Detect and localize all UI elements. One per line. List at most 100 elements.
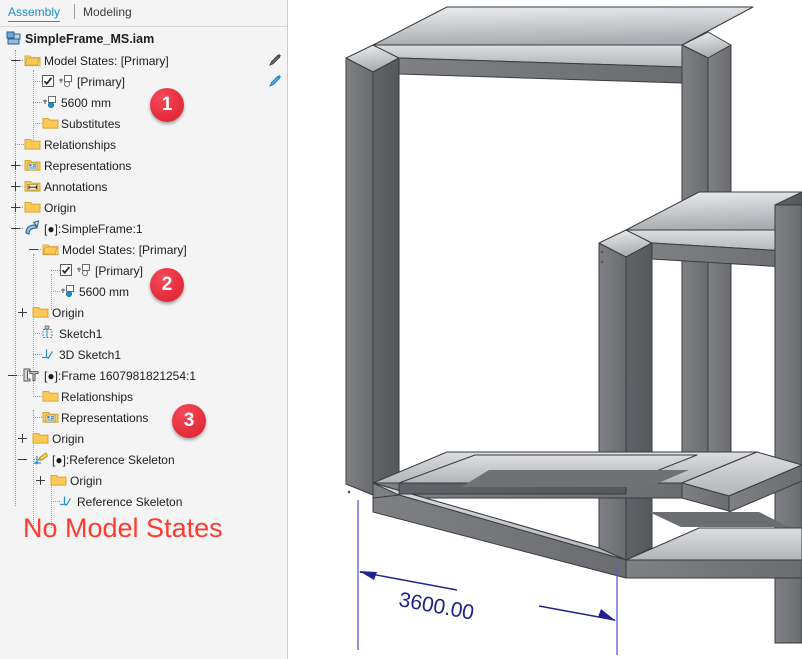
tree-node-model-state-primary-nested[interactable]: [Primary]	[0, 260, 287, 281]
folder-icon	[24, 137, 41, 151]
model-state-icon	[60, 284, 76, 298]
tree-node-model-state-primary[interactable]: [Primary]	[0, 71, 287, 92]
pencil-icon-blue[interactable]	[268, 74, 282, 88]
frame-assembly-geometry	[345, 6, 802, 655]
folder-icon	[32, 431, 49, 445]
tree-node-label: Representations	[61, 410, 149, 425]
callout-badge-2: 2	[150, 268, 184, 302]
tree-node-label: 5600 mm	[61, 95, 112, 110]
tree-node-label: Origin	[44, 200, 77, 215]
tree-guide-line	[33, 417, 42, 418]
application-window: Assembly Modeling SimpleFrame_MS.iam Mod…	[0, 0, 802, 659]
expand-toggle-icon[interactable]	[11, 161, 20, 170]
tree-node-model-states-nested[interactable]: Model States: [Primary]	[0, 239, 287, 260]
pencil-icon-gray[interactable]	[268, 53, 282, 67]
tab-assembly[interactable]: Assembly	[8, 4, 61, 22]
part-occurrence-icon	[24, 220, 40, 236]
tree-node-reference-skeleton-occurrence[interactable]: [●]:Reference Skeleton	[0, 449, 287, 470]
tree-node-reference-skeleton-sketch[interactable]: Reference Skeleton	[0, 491, 287, 512]
sketch-3d-icon	[58, 494, 74, 508]
tree-node-label: Origin	[52, 305, 85, 320]
tree-node-origin-nested[interactable]: Origin	[0, 302, 287, 323]
tree-guide-line	[15, 144, 24, 145]
expand-toggle-icon[interactable]	[36, 476, 45, 485]
work-point	[347, 490, 351, 494]
tree-node-root[interactable]: SimpleFrame_MS.iam	[0, 28, 287, 50]
callout-badge-3: 3	[172, 404, 206, 438]
tree-node-label: Substitutes	[61, 116, 121, 131]
open-folder-icon	[24, 53, 41, 67]
expand-toggle-icon[interactable]	[11, 203, 20, 212]
tree-guide-line	[33, 102, 42, 103]
tree-node-label: 3D Sketch1	[59, 347, 122, 362]
folder-icon	[42, 116, 59, 130]
tree-node-origin[interactable]: Origin	[0, 197, 287, 218]
tree-node-simpleframe-occurrence[interactable]: [●]:SimpleFrame:1	[0, 218, 287, 239]
no-model-states-annotation: No Model States	[23, 513, 223, 543]
tree-node-substitutes[interactable]: Substitutes	[0, 113, 287, 134]
folder-icon	[42, 389, 59, 403]
frame-assembly-icon	[22, 367, 39, 383]
representations-folder-icon	[42, 410, 59, 424]
model-viewport-3d[interactable]: 3600.00	[289, 0, 802, 659]
folder-icon	[24, 200, 41, 214]
sketch-3d-icon	[40, 347, 56, 361]
tree-guide-line	[33, 123, 42, 124]
folder-icon	[32, 305, 49, 319]
collapse-toggle-icon[interactable]	[11, 56, 20, 65]
tree-node-label: [●]:Reference Skeleton	[52, 452, 175, 467]
model-state-icon	[42, 95, 58, 109]
tree-node-frame-relationships[interactable]: Relationships	[0, 386, 287, 407]
tree-guide-line	[33, 81, 42, 82]
tree-guide-line	[33, 396, 42, 397]
tree-node-representations[interactable]: Representations	[0, 155, 287, 176]
tree-node-label: Relationships	[44, 137, 117, 152]
sketch-icon	[40, 325, 56, 341]
tree-guide-line	[51, 270, 60, 271]
tree-node-label: [●]:SimpleFrame:1	[44, 221, 143, 236]
annotations-folder-icon	[24, 179, 41, 193]
tree-node-label: Annotations	[44, 179, 108, 194]
tree-node-model-state-5600mm[interactable]: 5600 mm	[0, 92, 287, 113]
tree-node-model-state-5600mm-nested[interactable]: 5600 mm	[0, 281, 287, 302]
tree-node-skeleton-origin[interactable]: Origin	[0, 470, 287, 491]
collapse-toggle-icon[interactable]	[29, 245, 38, 254]
work-point	[600, 260, 604, 264]
expand-toggle-icon[interactable]	[18, 308, 27, 317]
model-state-icon	[58, 74, 74, 88]
tree-node-frame-representations[interactable]: Representations	[0, 407, 287, 428]
tree-node-frame-origin[interactable]: Origin	[0, 428, 287, 449]
tree-node-label: Model States: [Primary]	[62, 242, 187, 257]
tree-node-relationships[interactable]: Relationships	[0, 134, 287, 155]
tab-modeling[interactable]: Modeling	[83, 4, 132, 20]
assembly-document-icon	[6, 31, 22, 45]
model-tree: SimpleFrame_MS.iam Model States: [Primar…	[0, 28, 287, 528]
tree-node-frame-assembly[interactable]: [●]:Frame 1607981821254:1	[0, 365, 287, 386]
collapse-toggle-icon[interactable]	[8, 371, 17, 380]
expand-toggle-icon[interactable]	[11, 182, 20, 191]
tree-node-label: Representations	[44, 158, 132, 173]
open-folder-icon	[42, 242, 59, 256]
tree-node-label: Model States: [Primary]	[44, 53, 169, 68]
browser-tab-bar: Assembly Modeling	[0, 0, 287, 27]
work-point	[600, 250, 604, 254]
tree-node-3d-sketch1[interactable]: 3D Sketch1	[0, 344, 287, 365]
tree-node-label: [Primary]	[95, 263, 143, 278]
tree-node-label: Origin	[70, 473, 103, 488]
folder-icon	[50, 473, 67, 487]
tree-node-sketch1[interactable]: Sketch1	[0, 323, 287, 344]
collapse-toggle-icon[interactable]	[11, 224, 20, 233]
tree-node-label: Reference Skeleton	[77, 494, 183, 509]
tree-node-label: 5600 mm	[79, 284, 130, 299]
tree-guide-line	[51, 291, 60, 292]
tree-node-label: Origin	[52, 431, 85, 446]
expand-toggle-icon[interactable]	[18, 434, 27, 443]
tree-node-model-states[interactable]: Model States: [Primary]	[0, 50, 287, 71]
tree-node-label: Relationships	[61, 389, 134, 404]
collapse-toggle-icon[interactable]	[18, 455, 27, 464]
tree-node-annotations[interactable]: Annotations	[0, 176, 287, 197]
tree-node-label: Sketch1	[59, 326, 103, 341]
representations-folder-icon	[24, 158, 41, 172]
checkbox-checked-icon[interactable]	[42, 75, 54, 87]
checkbox-checked-icon[interactable]	[60, 264, 72, 276]
